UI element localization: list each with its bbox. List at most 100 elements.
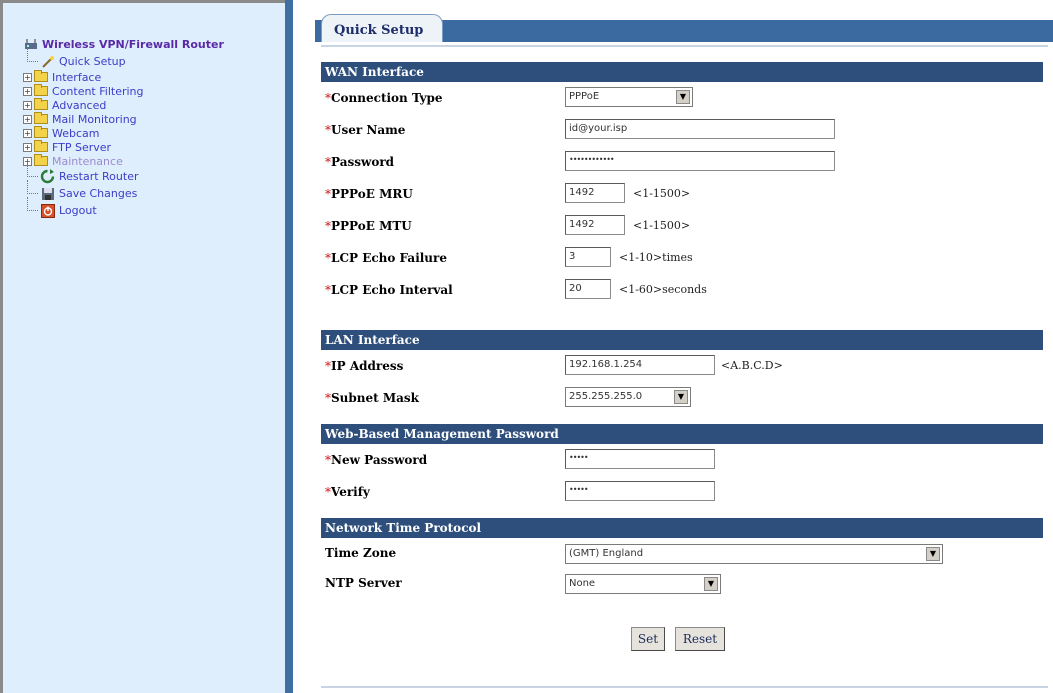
nav-item-interface[interactable]: + Interface (23, 70, 224, 84)
field-label: *Connection Type (325, 91, 443, 105)
select-value: PPPoE (569, 91, 600, 102)
field-label: *User Name (325, 123, 405, 137)
field-label-text: IP Address (331, 359, 404, 373)
expand-icon[interactable]: + (23, 114, 32, 124)
field-label-text: Password (331, 155, 395, 169)
quick-setup-form: WAN Interface *Connection Type PPPoE ▼ *… (321, 62, 1043, 662)
row-verify: *Verify ••••• (321, 476, 1043, 508)
field-label-text: Connection Type (331, 91, 443, 105)
expand-icon[interactable]: + (23, 100, 32, 110)
nav-item-save-changes[interactable]: Save Changes (23, 179, 224, 202)
field-label: *Verify (325, 485, 370, 499)
frame-divider[interactable] (285, 0, 293, 693)
range-hint: <1-10>times (619, 251, 693, 264)
nav-item-label: Interface (52, 70, 102, 84)
tree-branch (27, 162, 38, 177)
main-frame: Quick Setup WAN Interface *Connection Ty… (293, 0, 1053, 693)
chevron-down-icon[interactable]: ▼ (926, 547, 940, 561)
section-title: Network Time Protocol (325, 521, 482, 535)
tree-root-label: Wireless VPN/Firewall Router (42, 37, 224, 51)
chevron-down-icon[interactable]: ▼ (704, 577, 718, 591)
folder-icon (34, 112, 48, 124)
folder-icon (34, 98, 48, 110)
user-name-input[interactable]: id@your.isp (565, 119, 835, 139)
nav-item-label: Save Changes (59, 187, 138, 200)
nav-item-label: FTP Server (52, 140, 112, 154)
nav-tree: Wireless VPN/Firewall Router Quick Setup… (23, 37, 224, 219)
field-label-text: PPPoE MRU (331, 187, 413, 201)
chevron-down-icon[interactable]: ▼ (674, 390, 688, 404)
field-label: *Subnet Mask (325, 391, 419, 405)
section-title: Web-Based Management Password (325, 427, 559, 441)
field-label-text: PPPoE MTU (331, 219, 412, 233)
lcp-echo-interval-input[interactable]: 20 (565, 279, 611, 299)
ntp-server-select[interactable]: None ▼ (565, 574, 721, 594)
field-label-text: LCP Echo Interval (331, 283, 453, 297)
nav-item-webcam[interactable]: + Webcam (23, 126, 224, 140)
field-label: *PPPoE MTU (325, 219, 412, 233)
tree-branch (27, 196, 38, 211)
field-label-text: User Name (331, 123, 406, 137)
select-value: (GMT) England (569, 548, 644, 559)
section-header-ntp: Network Time Protocol (321, 518, 1043, 538)
nav-item-advanced[interactable]: + Advanced (23, 98, 224, 112)
pppoe-mru-input[interactable]: 1492 (565, 183, 625, 203)
field-label-text: LCP Echo Failure (331, 251, 447, 265)
folder-icon (34, 126, 48, 138)
nav-item-maintenance[interactable]: + Maintenance (23, 154, 224, 168)
nav-item-logout[interactable]: Logout (23, 196, 224, 219)
nav-item-label: Webcam (52, 126, 100, 140)
row-ntp-server: NTP Server None ▼ (321, 568, 1043, 600)
tree-root[interactable]: Wireless VPN/Firewall Router (23, 37, 224, 51)
section-header-wan: WAN Interface (321, 62, 1043, 82)
nav-item-quick-setup[interactable]: Quick Setup (23, 47, 224, 70)
tree-branch (27, 179, 38, 194)
chevron-down-icon[interactable]: ▼ (676, 90, 690, 104)
nav-item-label: Mail Monitoring (52, 112, 137, 126)
pppoe-mtu-input[interactable]: 1492 (565, 215, 625, 235)
subnet-mask-select[interactable]: 255.255.255.0 ▼ (565, 387, 691, 407)
ip-address-input[interactable]: 192.168.1.254 (565, 355, 715, 375)
row-time-zone: Time Zone (GMT) England ▼ (321, 538, 1043, 570)
logout-icon (40, 203, 55, 218)
nav-item-label: Restart Router (59, 170, 139, 183)
range-hint: <1-1500> (633, 219, 691, 232)
nav-frame: Wireless VPN/Firewall Router Quick Setup… (0, 0, 285, 693)
set-button[interactable]: Set (631, 627, 665, 651)
nav-item-label: Logout (59, 204, 97, 217)
restart-icon (40, 169, 55, 184)
divider (321, 45, 1048, 47)
password-input[interactable]: •••••••••••• (565, 151, 835, 171)
lcp-echo-failure-input[interactable]: 3 (565, 247, 611, 267)
reset-button[interactable]: Reset (675, 627, 725, 651)
folder-icon (34, 84, 48, 96)
range-hint: <1-1500> (633, 187, 691, 200)
field-label: *New Password (325, 453, 427, 467)
connection-type-select[interactable]: PPPoE ▼ (565, 87, 693, 107)
nav-item-mail-monitoring[interactable]: + Mail Monitoring (23, 112, 224, 126)
verify-password-input[interactable]: ••••• (565, 481, 715, 501)
nav-item-ftp-server[interactable]: + FTP Server (23, 140, 224, 154)
nav-item-restart-router[interactable]: Restart Router (23, 162, 224, 185)
field-label: *LCP Echo Failure (325, 251, 447, 265)
section-title: WAN Interface (325, 65, 424, 79)
time-zone-select[interactable]: (GMT) England ▼ (565, 544, 943, 564)
format-hint: <A.B.C.D> (721, 359, 783, 372)
section-title: LAN Interface (325, 333, 420, 347)
folder-icon (34, 140, 48, 152)
field-label: *PPPoE MRU (325, 187, 413, 201)
field-label: *Password (325, 155, 394, 169)
row-user-name: *User Name id@your.isp (321, 114, 1043, 146)
field-label-text: Verify (331, 485, 370, 499)
tab-quick-setup[interactable]: Quick Setup (321, 14, 443, 42)
expand-icon[interactable]: + (23, 86, 32, 96)
expand-icon[interactable]: + (23, 128, 32, 138)
expand-icon[interactable]: + (23, 72, 32, 82)
row-pppoe-mtu: *PPPoE MTU 1492 <1-1500> (321, 210, 1043, 242)
expand-icon[interactable]: + (23, 142, 32, 152)
wand-icon (40, 55, 55, 68)
new-password-input[interactable]: ••••• (565, 449, 715, 469)
field-label-text: Time Zone (325, 546, 397, 560)
nav-item-content-filtering[interactable]: + Content Filtering (23, 84, 224, 98)
nav-item-label: Quick Setup (59, 55, 126, 68)
